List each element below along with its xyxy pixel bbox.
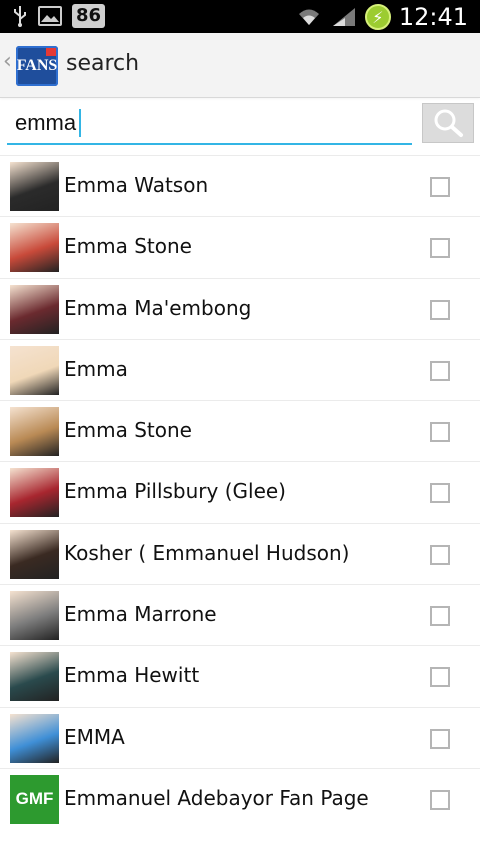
avatar: GMF <box>10 774 59 824</box>
list-item-name: Emma <box>64 356 128 381</box>
notification-icons: 86 <box>12 4 106 28</box>
avatar <box>10 529 59 579</box>
search-input-value: emma <box>15 110 77 135</box>
system-icons: ⚡ 12:41 <box>295 3 468 31</box>
list-item[interactable]: Emma <box>0 338 480 400</box>
clock: 12:41 <box>398 3 468 31</box>
list-item-name: Emmanuel Adebayor Fan Page <box>64 785 369 810</box>
list-item[interactable]: Emma Marrone <box>0 584 480 645</box>
avatar <box>10 591 59 641</box>
battery-level-badge: 86 <box>72 4 106 28</box>
list-item-name: Emma Stone <box>64 234 192 259</box>
avatar <box>10 407 59 457</box>
list-item[interactable]: Kosher ( Emmanuel Hudson) <box>0 522 480 584</box>
status-bar: 86 ⚡ 12:41 <box>0 0 480 33</box>
page-title: search <box>66 51 140 76</box>
signal-icon <box>332 8 355 26</box>
list-item[interactable]: Emma Hewitt <box>0 645 480 706</box>
avatar-text: GMF <box>15 789 54 809</box>
list-item-name: Emma Hewitt <box>64 663 200 688</box>
select-checkbox[interactable] <box>430 360 450 381</box>
list-item[interactable]: EMMA <box>0 706 480 768</box>
list-item[interactable]: Emma Watson <box>0 155 480 216</box>
avatar <box>10 345 59 395</box>
select-checkbox[interactable] <box>430 667 450 688</box>
text-cursor <box>79 109 82 137</box>
list-item[interactable]: Emma Pillsbury (Glee) <box>0 461 480 522</box>
avatar <box>10 468 59 518</box>
list-item[interactable]: Emma Stone <box>0 216 480 277</box>
avatar <box>10 162 59 211</box>
select-checkbox[interactable] <box>430 422 450 443</box>
usb-icon <box>14 6 26 27</box>
select-checkbox[interactable] <box>430 299 450 320</box>
list-item-name: Kosher ( Emmanuel Hudson) <box>64 540 350 565</box>
list-item-name: EMMA <box>64 724 125 749</box>
avatar <box>10 284 59 334</box>
search-button[interactable] <box>422 103 474 143</box>
select-checkbox[interactable] <box>430 606 450 627</box>
list-item[interactable]: Emma Ma'embong <box>0 277 480 339</box>
list-item-name: Emma Ma'embong <box>64 295 252 320</box>
select-checkbox[interactable] <box>430 728 450 749</box>
search-row: emma <box>0 100 480 154</box>
chevron-left-icon[interactable]: ‹ <box>3 49 12 74</box>
select-checkbox[interactable] <box>430 544 450 565</box>
avatar <box>10 223 59 273</box>
search-input[interactable]: emma <box>7 103 412 145</box>
search-icon <box>434 109 463 137</box>
avatar <box>10 652 59 702</box>
list-item[interactable]: Emma Stone <box>0 400 480 461</box>
list-item-name: Emma Stone <box>64 418 192 443</box>
list-item-name: Emma Pillsbury (Glee) <box>64 479 286 504</box>
list-item-name: Emma Watson <box>64 173 209 197</box>
list-item-name: Emma Marrone <box>64 602 217 627</box>
image-icon <box>38 6 62 26</box>
select-checkbox[interactable] <box>430 789 450 810</box>
avatar <box>10 713 59 763</box>
select-checkbox[interactable] <box>430 177 450 197</box>
app-logo[interactable]: FANS <box>16 46 58 86</box>
battery-charging-icon: ⚡ <box>364 4 391 30</box>
results-list: Emma Watson Emma Stone Emma Ma'embong Emma E… <box>0 155 480 829</box>
wifi-icon <box>298 9 319 25</box>
list-item[interactable]: GMF Emmanuel Adebayor Fan Page <box>0 767 480 829</box>
action-bar: ‹ FANS search <box>0 33 480 98</box>
app-logo-text: FANS <box>16 57 58 74</box>
select-checkbox[interactable] <box>430 238 450 259</box>
select-checkbox[interactable] <box>430 483 450 504</box>
